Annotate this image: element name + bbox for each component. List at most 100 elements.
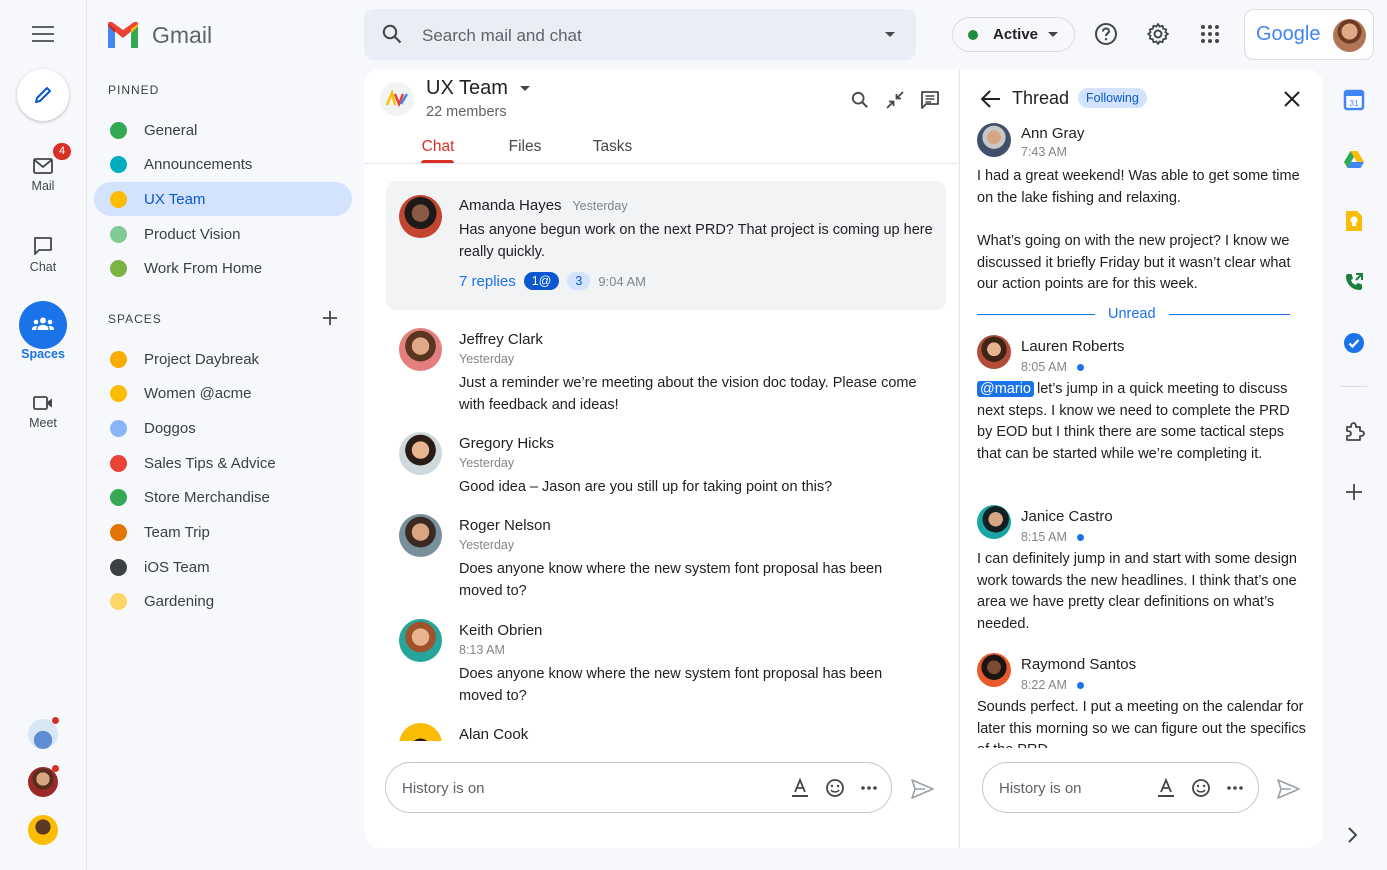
unread-divider-line — [1169, 314, 1290, 315]
send-icon[interactable] — [911, 779, 934, 799]
apps-button[interactable] — [1196, 20, 1224, 48]
rail-chat[interactable]: Chat — [0, 236, 86, 274]
account-switcher[interactable]: Google — [1244, 9, 1374, 60]
pinned-item[interactable]: UX Team — [94, 182, 352, 217]
rail-spaces[interactable]: Spaces — [0, 315, 86, 361]
back-arrow-icon[interactable] — [981, 90, 1001, 108]
search-bar[interactable]: Search mail and chat — [364, 9, 916, 60]
pinned-item-label: General — [144, 121, 198, 139]
space-title[interactable]: UX Team — [426, 77, 530, 100]
rail-meet[interactable]: Meet — [0, 394, 86, 430]
composer-input[interactable]: History is on — [402, 780, 485, 797]
space-item[interactable]: Gardening — [94, 585, 352, 619]
close-icon[interactable] — [1284, 91, 1300, 107]
pinned-item[interactable]: Announcements — [94, 148, 352, 182]
pinned-item[interactable]: Product Vision — [94, 217, 352, 251]
keep-app-button[interactable] — [1344, 210, 1364, 232]
tab-chat[interactable]: Chat — [412, 138, 464, 156]
collapse-button[interactable] — [883, 88, 907, 112]
more-options-icon[interactable] — [861, 786, 877, 790]
apps-grid-icon — [1201, 25, 1219, 43]
following-chip[interactable]: Following — [1078, 88, 1147, 108]
space-emoji-icon — [110, 524, 127, 541]
space-emoji-icon — [110, 225, 127, 243]
addons-button[interactable] — [1343, 421, 1365, 443]
member-count[interactable]: 22 members — [426, 104, 507, 120]
calendar-app-button[interactable]: 31 — [1343, 89, 1365, 111]
sender-name: Keith Obrien — [459, 622, 543, 639]
spaces-group-icon — [32, 317, 54, 330]
gmail-logo[interactable]: Gmail — [106, 20, 212, 50]
mention-chip[interactable]: @mario — [977, 381, 1034, 397]
space-item-label: Project Daybreak — [144, 350, 260, 368]
voice-app-button[interactable] — [1343, 271, 1365, 293]
emoji-icon[interactable] — [1191, 778, 1211, 798]
avatar — [399, 328, 442, 371]
help-button[interactable] — [1092, 20, 1120, 48]
space-emoji-icon — [110, 121, 127, 139]
message-body: Sounds perfect. I put a meeting on the c… — [977, 699, 1306, 748]
text-format-icon[interactable] — [1157, 778, 1175, 798]
rail-contact-avatar[interactable] — [28, 815, 58, 845]
sender-name: Lauren Roberts — [1021, 338, 1125, 355]
tab-files[interactable]: Files — [500, 138, 550, 156]
avatar — [399, 723, 442, 741]
sender-name: Roger Nelson — [459, 517, 551, 534]
space-item[interactable]: Store Merchandise — [94, 481, 352, 515]
drive-app-button[interactable] — [1343, 150, 1365, 172]
create-space-button[interactable] — [318, 306, 342, 330]
message-composer[interactable]: History is on — [385, 762, 892, 813]
thread-title: Thread — [1012, 88, 1070, 108]
message-body: Good idea – Jason are you still up for t… — [459, 479, 833, 495]
compose-button[interactable] — [17, 69, 69, 121]
more-options-icon[interactable] — [1227, 786, 1243, 790]
search-input[interactable]: Search mail and chat — [422, 26, 582, 46]
chat-icon — [34, 237, 52, 255]
space-emoji-icon — [110, 419, 127, 437]
thread-composer-input[interactable]: History is on — [999, 780, 1082, 797]
addons-icon — [1346, 422, 1365, 441]
thread-summary[interactable]: 7 replies 1@ 3 9:04 AM — [459, 272, 646, 290]
tab-tasks[interactable]: Tasks — [585, 138, 640, 156]
main-menu-button[interactable] — [22, 20, 64, 48]
text-format-icon[interactable] — [791, 778, 809, 798]
search-options-dropdown-icon[interactable] — [884, 31, 896, 38]
emoji-icon[interactable] — [825, 778, 845, 798]
sender-name: Alan Cook — [459, 726, 529, 741]
pinned-item[interactable]: General — [94, 113, 352, 147]
status-selector[interactable]: Active — [952, 17, 1075, 52]
space-item[interactable]: Sales Tips & Advice — [94, 446, 352, 480]
thread-composer[interactable]: History is on — [982, 762, 1259, 813]
space-emoji-icon — [110, 260, 127, 278]
threads-button[interactable] — [918, 88, 942, 112]
space-item[interactable]: Project Daybreak — [94, 342, 352, 376]
google-wordmark: Google — [1256, 23, 1321, 45]
space-item[interactable]: Team Trip — [94, 516, 352, 550]
space-emoji-icon — [110, 489, 127, 507]
search-in-space-button[interactable] — [848, 88, 872, 112]
search-icon[interactable] — [382, 24, 402, 44]
tabs-divider — [364, 163, 958, 164]
pinned-item-label: Work From Home — [144, 260, 263, 278]
space-item[interactable]: Women @acme — [94, 377, 352, 411]
replies-link[interactable]: 7 replies — [459, 273, 516, 290]
side-apps-divider — [1341, 386, 1367, 387]
settings-button[interactable] — [1144, 20, 1172, 48]
rail-meet-label: Meet — [29, 416, 57, 430]
space-item[interactable]: iOS Team — [94, 550, 352, 584]
space-item[interactable]: Doggos — [94, 411, 352, 445]
space-emoji-icon — [110, 190, 127, 208]
svg-text:31: 31 — [1350, 99, 1359, 108]
space-item-label: Women @acme — [144, 385, 252, 403]
send-icon[interactable] — [1277, 779, 1300, 799]
add-app-button[interactable] — [1345, 483, 1363, 501]
pencil-icon — [35, 87, 51, 103]
mail-unread-badge: 4 — [53, 143, 71, 160]
space-emoji-icon — [110, 385, 127, 403]
tasks-app-button[interactable] — [1343, 332, 1365, 354]
expand-side-panel-button[interactable] — [1347, 827, 1361, 845]
pinned-item[interactable]: Work From Home — [94, 252, 352, 286]
space-avatar — [380, 82, 414, 116]
account-avatar[interactable] — [1333, 19, 1366, 52]
rail-mail[interactable]: Mail — [0, 157, 86, 193]
